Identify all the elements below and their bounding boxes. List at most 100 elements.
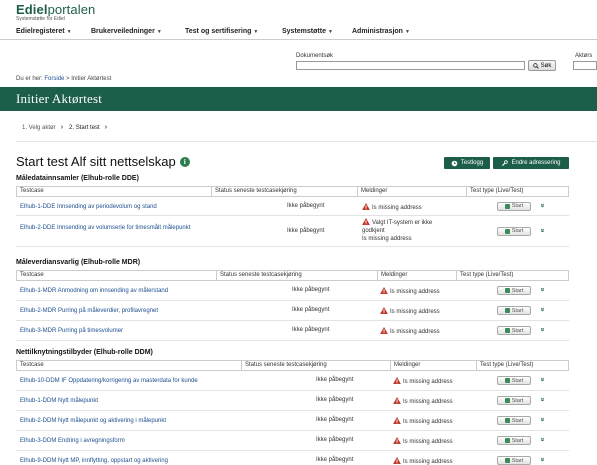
caret-down-icon: ▼ <box>66 29 72 35</box>
message-cell: Is missing address <box>393 437 483 446</box>
play-icon <box>504 308 510 313</box>
start-button[interactable]: Start <box>497 306 531 315</box>
caret-down-icon: ▼ <box>327 29 333 35</box>
testcase-link[interactable]: Elhub-9-DDM Nytt MP, innflytting, oppsta… <box>20 457 236 465</box>
caret-down-icon: ▼ <box>156 29 162 35</box>
document-search-label: Dokumentsøk <box>296 53 334 59</box>
start-button[interactable]: Start <box>497 326 531 335</box>
warning-icon <box>393 377 401 384</box>
actor-search-input[interactable] <box>573 61 597 70</box>
column-header[interactable]: Meldinger <box>390 361 476 370</box>
testcase-link[interactable]: Elhub-10-DDM IF Oppdatering/korrigering … <box>20 377 236 385</box>
table-row: Elhub-2-DDM Nytt målepunkt og aktivering… <box>16 411 569 431</box>
message-line: Is missing address <box>380 287 470 296</box>
start-button[interactable]: Start <box>497 456 531 465</box>
testlog-button[interactable]: Testlogg <box>444 157 490 169</box>
step-select-actor[interactable]: 1. Velg aktør <box>22 125 56 131</box>
testcase-link[interactable]: Elhub-2-DDE Innsending av volumserie for… <box>20 224 206 232</box>
testcase-link[interactable]: Elhub-2-DDM Nytt målepunkt og aktivering… <box>20 417 236 425</box>
breadcrumb: Du er her: Forside > Initier Aktørtest <box>16 76 111 82</box>
expand-chevron-icon[interactable]: » <box>538 328 545 332</box>
table-row: Elhub-2-MDR Purring på måleverdier, prof… <box>16 301 569 321</box>
column-header[interactable]: Testcase <box>17 271 216 280</box>
expand-chevron-icon[interactable]: » <box>538 203 545 207</box>
play-icon <box>504 458 510 463</box>
start-button[interactable]: Start <box>497 201 531 211</box>
table-row: Elhub-1-MDR Anmodning om innsending av m… <box>16 281 569 301</box>
status-text: Ikke påbegynt <box>316 377 354 383</box>
expand-chevron-icon[interactable]: » <box>538 438 545 442</box>
main-nav: Edielregisteret ▼ Brukerveiledninger ▼ Tes… <box>0 24 597 40</box>
start-button[interactable]: Start <box>497 286 531 295</box>
testcase-link[interactable]: Elhub-1-DDE Innsending av periodevolum o… <box>20 203 206 211</box>
breadcrumb-prefix: Du er her: <box>16 76 43 82</box>
warning-icon <box>380 327 388 334</box>
warning-icon <box>380 307 388 314</box>
expand-chevron-icon[interactable]: » <box>538 308 545 312</box>
change-addressing-button[interactable]: Endre adressering <box>493 157 569 169</box>
start-button[interactable]: Start <box>497 396 531 405</box>
step-start-test: 2. Start test <box>69 124 100 131</box>
start-button[interactable]: Start <box>497 436 531 445</box>
column-header[interactable]: Status seneste testcasekjøring <box>211 187 357 196</box>
search-button[interactable]: Søk <box>528 60 556 71</box>
status-text: Ikke påbegynt <box>316 397 354 403</box>
column-header[interactable]: Testcase <box>17 187 211 196</box>
logo[interactable]: Edielportalen Systemstøtte for Ediel <box>16 2 95 22</box>
status-text: Ikke påbegynt <box>287 202 325 209</box>
table-row: Elhub-1-DDE Innsending av periodevolum o… <box>16 197 569 216</box>
chevron-right-icon: › <box>60 124 64 131</box>
table-row: Elhub-3-MDR Purring på timesvolumer Ikke … <box>16 321 569 341</box>
warning-icon <box>380 287 388 294</box>
column-header[interactable]: Test type (Live/Test) <box>456 271 570 280</box>
search-icon <box>532 62 539 69</box>
column-header[interactable]: Status seneste testcasekjøring <box>216 271 377 280</box>
clock-icon <box>451 160 458 166</box>
nav-edielregisteret[interactable]: Edielregisteret ▼ <box>16 28 72 35</box>
table-header: Testcase Status seneste testcasekjøring Me… <box>16 270 569 281</box>
document-search-input[interactable] <box>296 61 525 70</box>
testcase-link[interactable]: Elhub-1-DDM Nytt målepunkt <box>20 397 236 405</box>
testcase-link[interactable]: Elhub-3-MDR Purring på timesvolumer <box>20 327 211 335</box>
start-button[interactable]: Start <box>497 226 531 236</box>
column-header[interactable]: Status seneste testcasekjøring <box>241 361 390 370</box>
breadcrumb-divider: > <box>66 76 70 82</box>
expand-chevron-icon[interactable]: » <box>538 288 545 292</box>
start-button[interactable]: Start <box>497 416 531 425</box>
table-row: Elhub-10-DDM IF Oppdatering/korrigering … <box>16 371 569 391</box>
column-header[interactable]: Meldinger <box>377 271 456 280</box>
column-header[interactable]: Testcase <box>17 361 241 370</box>
warning-icon <box>362 202 370 210</box>
expand-chevron-icon[interactable]: » <box>538 398 545 402</box>
message-line: Is missing address <box>393 457 483 465</box>
table-row: Elhub-1-DDM Nytt målepunkt Ikke påbegynt I… <box>16 391 569 411</box>
nav-administrasjon[interactable]: Administrasjon ▼ <box>352 28 410 35</box>
nav-systemstotte[interactable]: Systemstøtte ▼ <box>282 28 333 35</box>
wizard-steps: 1. Velg aktør › 2. Start test › <box>22 124 113 131</box>
nav-brukerveiledninger[interactable]: Brukerveiledninger ▼ <box>91 28 162 35</box>
expand-chevron-icon[interactable]: » <box>538 418 545 422</box>
message-line: Is missing address <box>380 327 470 336</box>
column-header[interactable]: Test type (Live/Test) <box>476 361 570 370</box>
start-button[interactable]: Start <box>497 376 531 385</box>
message-line: Is missing address <box>393 417 483 426</box>
section-heading: Start test Alf sitt nettselskap i <box>16 154 190 169</box>
testcase-link[interactable]: Elhub-1-MDR Anmodning om innsending av m… <box>20 287 211 295</box>
message-line: Is missing address <box>362 236 412 242</box>
column-header[interactable]: Test type (Live/Test) <box>466 187 570 196</box>
status-text: Ikke påbegynt <box>316 417 354 423</box>
expand-chevron-icon[interactable]: » <box>538 458 545 462</box>
message-cell: Is missing address <box>362 202 452 212</box>
expand-chevron-icon[interactable]: » <box>538 228 545 232</box>
section-title: Nettilknytningstilbyder (Elhub-rolle DDM… <box>16 349 153 356</box>
breadcrumb-home-link[interactable]: Forside <box>44 76 64 82</box>
testcase-link[interactable]: Elhub-3-DDM Endring i avregningsform <box>20 437 236 445</box>
info-icon[interactable]: i <box>179 156 190 167</box>
warning-icon <box>393 437 401 444</box>
actor-search-label: Aktørs <box>575 53 593 59</box>
expand-chevron-icon[interactable]: » <box>538 378 545 382</box>
column-header[interactable]: Meldinger <box>357 187 466 196</box>
nav-test-og-sertifisering[interactable]: Test og sertifisering ▼ <box>185 28 258 35</box>
divider <box>16 141 597 142</box>
testcase-link[interactable]: Elhub-2-MDR Purring på måleverdier, prof… <box>20 307 211 315</box>
